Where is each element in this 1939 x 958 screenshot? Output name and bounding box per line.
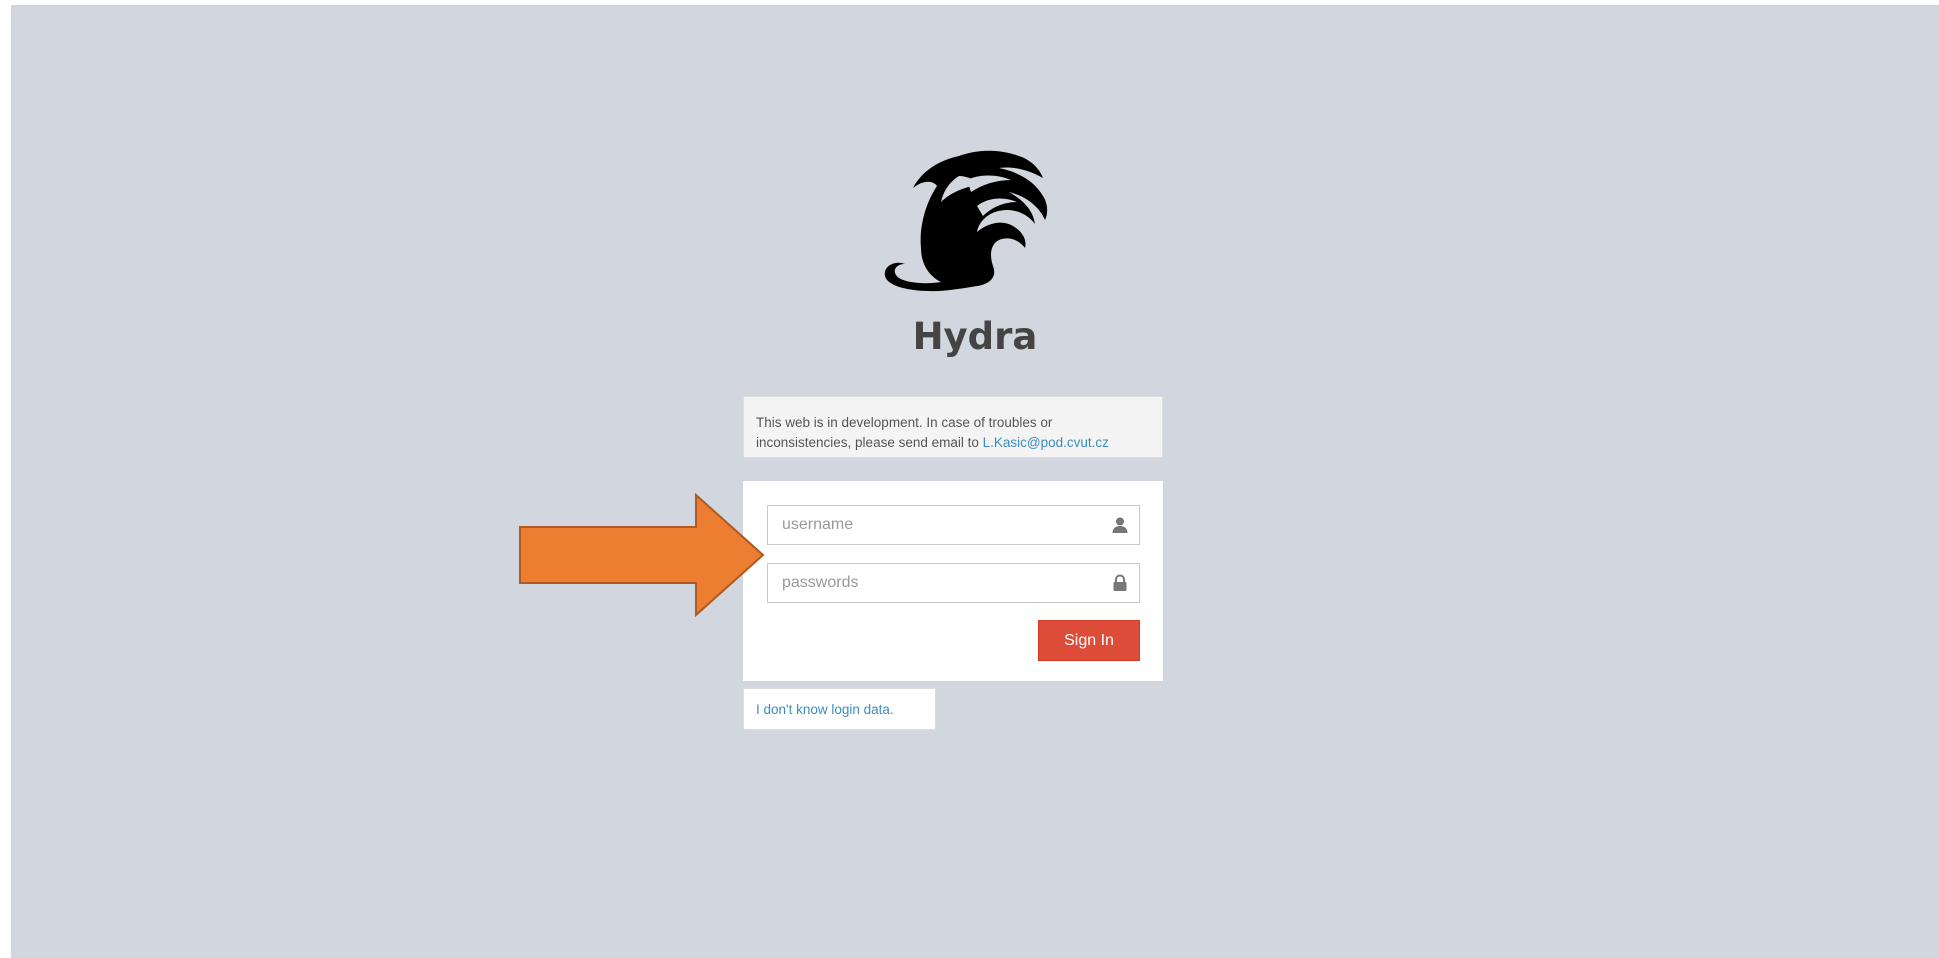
login-page: Hydra This web is in development. In cas… bbox=[11, 5, 1939, 958]
lock-icon bbox=[1113, 574, 1127, 591]
contact-email-link[interactable]: L.Kasic@pod.cvut.cz bbox=[983, 435, 1109, 450]
login-form: Sign In bbox=[743, 481, 1163, 681]
username-input[interactable] bbox=[768, 506, 1102, 544]
development-notice: This web is in development. In case of t… bbox=[743, 396, 1163, 458]
annotation-arrow-icon bbox=[519, 492, 765, 618]
password-input[interactable] bbox=[768, 564, 1102, 602]
password-field[interactable] bbox=[767, 563, 1140, 603]
sign-in-button[interactable]: Sign In bbox=[1038, 620, 1140, 661]
hydra-logo bbox=[884, 150, 1048, 292]
user-icon bbox=[1112, 517, 1128, 533]
forgot-login-link[interactable]: I don't know login data. bbox=[756, 702, 894, 717]
username-field[interactable] bbox=[767, 505, 1140, 545]
help-box: I don't know login data. bbox=[743, 688, 936, 730]
app-title: Hydra bbox=[912, 315, 1038, 358]
